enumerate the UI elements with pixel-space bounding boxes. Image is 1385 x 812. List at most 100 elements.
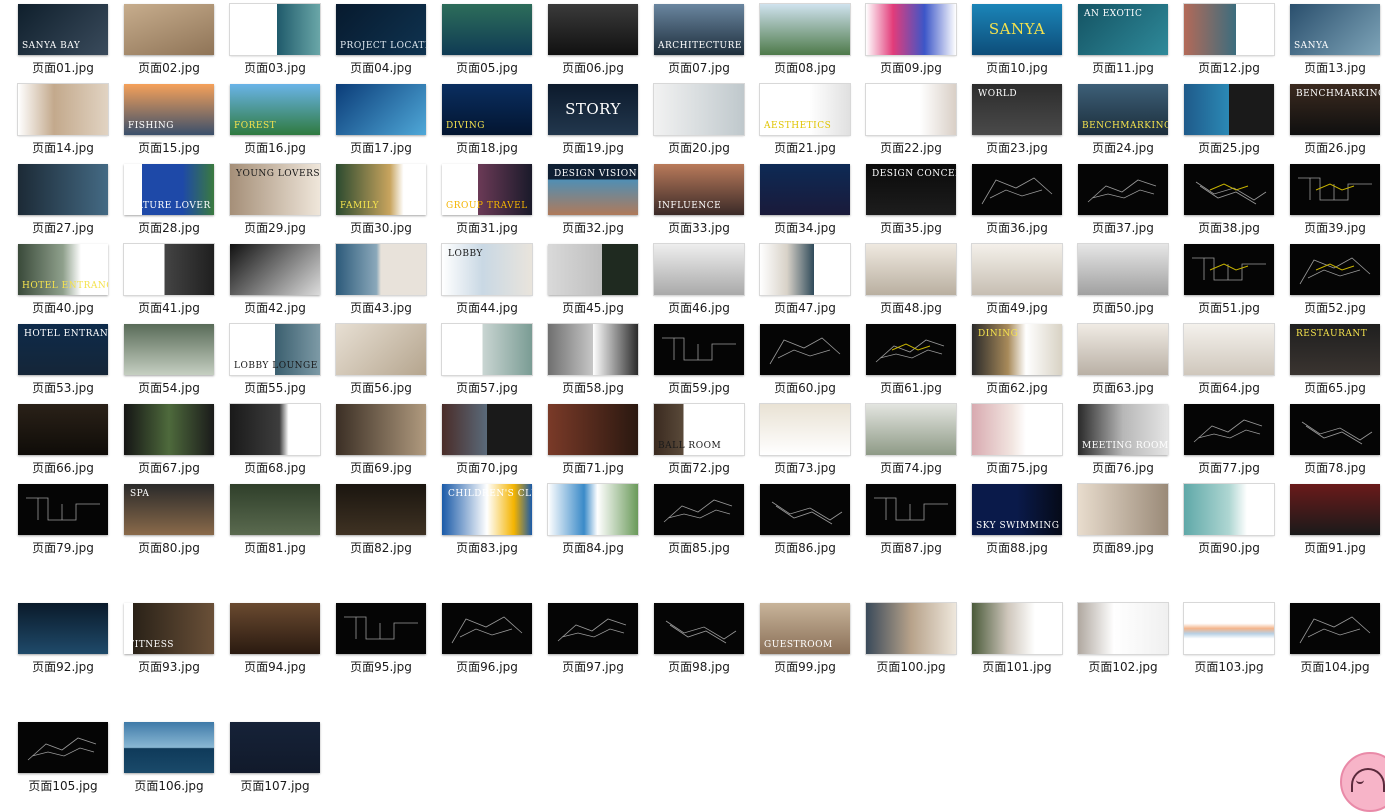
file-name-label[interactable]: 页面24.jpg xyxy=(1070,139,1176,156)
file-thumbnail[interactable]: NATURE LOVER xyxy=(124,164,214,215)
file-thumbnail[interactable] xyxy=(442,404,532,455)
file-thumbnail[interactable]: HOTEL ENTRANCE xyxy=(18,324,108,375)
file-item[interactable]: 页面58.jpg xyxy=(548,324,654,402)
file-name-label[interactable]: 页面56.jpg xyxy=(328,379,434,396)
file-item[interactable]: HOTEL ENTRANCE页面53.jpg xyxy=(18,324,124,402)
file-name-label[interactable]: 页面89.jpg xyxy=(1070,539,1176,556)
file-thumbnail[interactable]: FISHING xyxy=(124,84,214,135)
file-item[interactable]: 页面90.jpg xyxy=(1184,484,1290,562)
file-name-label[interactable]: 页面02.jpg xyxy=(116,59,222,76)
file-thumbnail[interactable] xyxy=(548,324,638,375)
file-name-label[interactable]: 页面38.jpg xyxy=(1176,219,1282,236)
file-thumbnail[interactable] xyxy=(230,484,320,535)
file-item[interactable]: INFLUENCE 页面33.jpg xyxy=(654,164,760,242)
file-item[interactable]: 页面48.jpg xyxy=(866,244,972,322)
file-name-label[interactable]: 页面10.jpg xyxy=(964,59,1070,76)
file-item[interactable]: 页面57.jpg xyxy=(442,324,548,402)
file-name-label[interactable]: 页面77.jpg xyxy=(1176,459,1282,476)
file-thumbnail[interactable] xyxy=(230,404,320,455)
file-item[interactable]: 页面59.jpg xyxy=(654,324,760,402)
file-item[interactable]: 页面50.jpg xyxy=(1078,244,1184,322)
file-item[interactable]: 页面67.jpg xyxy=(124,404,230,482)
file-name-label[interactable]: 页面15.jpg xyxy=(116,139,222,156)
file-thumbnail[interactable]: SANYA xyxy=(972,4,1062,55)
file-item[interactable]: 页面73.jpg xyxy=(760,404,866,482)
file-thumbnail[interactable] xyxy=(336,404,426,455)
file-thumbnail[interactable] xyxy=(336,84,426,135)
file-item[interactable]: 页面64.jpg xyxy=(1184,324,1290,402)
file-thumbnail[interactable] xyxy=(654,324,744,375)
file-item[interactable]: 页面106.jpg xyxy=(124,722,230,800)
file-item[interactable]: 页面61.jpg xyxy=(866,324,972,402)
file-item[interactable]: 页面17.jpg xyxy=(336,84,442,162)
file-item[interactable]: 页面22.jpg xyxy=(866,84,972,162)
file-name-label[interactable]: 页面25.jpg xyxy=(1176,139,1282,156)
file-name-label[interactable]: 页面06.jpg xyxy=(540,59,646,76)
file-item[interactable]: BENCHMARKING 页面24.jpg xyxy=(1078,84,1184,162)
file-name-label[interactable]: 页面08.jpg xyxy=(752,59,858,76)
file-name-label[interactable]: 页面43.jpg xyxy=(328,299,434,316)
file-thumbnail[interactable]: SANYA xyxy=(1290,4,1380,55)
file-thumbnail[interactable]: SANYA BAY xyxy=(18,4,108,55)
file-thumbnail[interactable] xyxy=(230,603,320,654)
file-name-label[interactable]: 页面65.jpg xyxy=(1282,379,1385,396)
floating-assistant-icon[interactable] xyxy=(1340,752,1385,812)
file-item[interactable]: 页面36.jpg xyxy=(972,164,1078,242)
file-name-label[interactable]: 页面95.jpg xyxy=(328,658,434,675)
file-name-label[interactable]: 页面105.jpg xyxy=(10,777,116,794)
file-thumbnail[interactable] xyxy=(1290,244,1380,295)
file-thumbnail[interactable] xyxy=(124,324,214,375)
file-thumbnail[interactable]: HOTEL ENTRANCE xyxy=(18,244,108,295)
file-item[interactable]: 页面63.jpg xyxy=(1078,324,1184,402)
file-thumbnail[interactable] xyxy=(1078,164,1168,215)
file-name-label[interactable]: 页面13.jpg xyxy=(1282,59,1385,76)
file-item[interactable]: DESIGN CONCEPT页面35.jpg xyxy=(866,164,972,242)
file-thumbnail[interactable]: ARCHITECTURE xyxy=(654,4,744,55)
file-name-label[interactable]: 页面04.jpg xyxy=(328,59,434,76)
file-item[interactable]: GROUP TRAVEL 页面31.jpg xyxy=(442,164,548,242)
file-thumbnail[interactable] xyxy=(442,603,532,654)
file-thumbnail[interactable] xyxy=(760,244,850,295)
file-thumbnail[interactable] xyxy=(1184,84,1274,135)
file-thumbnail[interactable] xyxy=(760,164,850,215)
file-thumbnail[interactable] xyxy=(18,84,108,135)
file-item[interactable]: 页面27.jpg xyxy=(18,164,124,242)
file-name-label[interactable]: 页面90.jpg xyxy=(1176,539,1282,556)
file-item[interactable]: 页面98.jpg xyxy=(654,603,760,681)
file-thumbnail[interactable]: RESTAURANT xyxy=(1290,324,1380,375)
file-item[interactable]: 页面74.jpg xyxy=(866,404,972,482)
file-name-label[interactable]: 页面58.jpg xyxy=(540,379,646,396)
file-name-label[interactable]: 页面44.jpg xyxy=(434,299,540,316)
file-item[interactable]: HOTEL ENTRANCE页面40.jpg xyxy=(18,244,124,322)
file-item[interactable]: FAMILY 页面30.jpg xyxy=(336,164,442,242)
file-name-label[interactable]: 页面29.jpg xyxy=(222,219,328,236)
file-item[interactable]: 页面101.jpg xyxy=(972,603,1078,681)
file-name-label[interactable]: 页面47.jpg xyxy=(752,299,858,316)
file-name-label[interactable]: 页面07.jpg xyxy=(646,59,752,76)
file-name-label[interactable]: 页面50.jpg xyxy=(1070,299,1176,316)
file-item[interactable]: 页面02.jpg xyxy=(124,4,230,82)
file-name-label[interactable]: 页面66.jpg xyxy=(10,459,116,476)
file-item[interactable]: 页面85.jpg xyxy=(654,484,760,562)
file-name-label[interactable]: 页面68.jpg xyxy=(222,459,328,476)
file-name-label[interactable]: 页面41.jpg xyxy=(116,299,222,316)
file-thumbnail[interactable] xyxy=(654,484,744,535)
file-name-label[interactable]: 页面81.jpg xyxy=(222,539,328,556)
file-name-label[interactable]: 页面28.jpg xyxy=(116,219,222,236)
file-name-label[interactable]: 页面62.jpg xyxy=(964,379,1070,396)
file-item[interactable]: LOBBY LOUNGE 页面55.jpg xyxy=(230,324,336,402)
file-thumbnail[interactable]: SKY SWIMMING POOL xyxy=(972,484,1062,535)
file-item[interactable]: 页面51.jpg xyxy=(1184,244,1290,322)
file-name-label[interactable]: 页面87.jpg xyxy=(858,539,964,556)
file-item[interactable]: 页面68.jpg xyxy=(230,404,336,482)
file-thumbnail[interactable] xyxy=(18,484,108,535)
file-name-label[interactable]: 页面11.jpg xyxy=(1070,59,1176,76)
file-name-label[interactable]: 页面42.jpg xyxy=(222,299,328,316)
file-thumbnail[interactable]: MEETING ROOM xyxy=(1078,404,1168,455)
file-name-label[interactable]: 页面104.jpg xyxy=(1282,658,1385,675)
file-thumbnail[interactable]: BENCHMARKING xyxy=(1078,84,1168,135)
file-thumbnail[interactable] xyxy=(1290,484,1380,535)
file-thumbnail[interactable] xyxy=(230,244,320,295)
file-item[interactable]: LOBBY 页面44.jpg xyxy=(442,244,548,322)
file-thumbnail[interactable] xyxy=(972,603,1062,654)
